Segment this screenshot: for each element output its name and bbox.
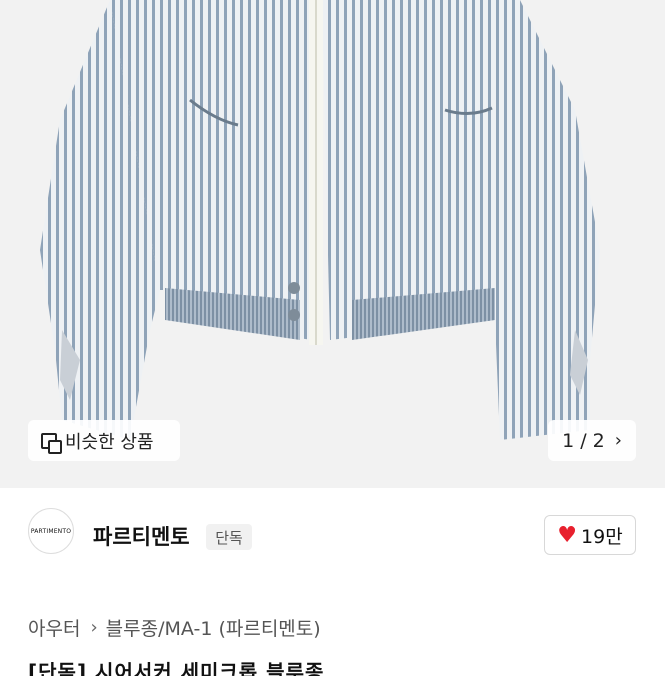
exclusive-badge: 단독 (206, 524, 252, 550)
image-counter-button[interactable]: 1 / 2 › (548, 420, 636, 461)
section-divider (0, 583, 665, 594)
breadcrumb-item-outer[interactable]: 아우터 (28, 614, 80, 641)
like-count: 19만 (581, 525, 623, 548)
similar-products-button[interactable]: 비슷한 상품 (28, 420, 180, 461)
shop-logo[interactable]: PARTIMENTO (28, 508, 74, 554)
image-counter-text: 1 / 2 (562, 429, 605, 452)
product-image-carousel[interactable]: 비슷한 상품 1 / 2 › (0, 0, 665, 488)
like-button[interactable]: ♥ 19만 (544, 515, 636, 555)
chevron-right-icon: › (614, 430, 622, 451)
similar-products-icon (41, 432, 62, 454)
product-title: [단독] 시어서커 세미크롭 블루종 (28, 660, 325, 676)
breadcrumb-item-category[interactable]: 블루종/MA-1 (파르티멘토) (106, 614, 321, 641)
similar-products-label: 비슷한 상품 (65, 431, 154, 453)
heart-icon: ♥ (557, 522, 578, 548)
breadcrumb: 아우터 › 블루종/MA-1 (파르티멘토) (28, 614, 321, 641)
shop-logo-text: PARTIMENTO (30, 527, 72, 535)
chevron-right-icon: › (90, 617, 98, 638)
shop-name[interactable]: 파르티멘토 (93, 521, 190, 551)
product-image (40, 0, 600, 440)
